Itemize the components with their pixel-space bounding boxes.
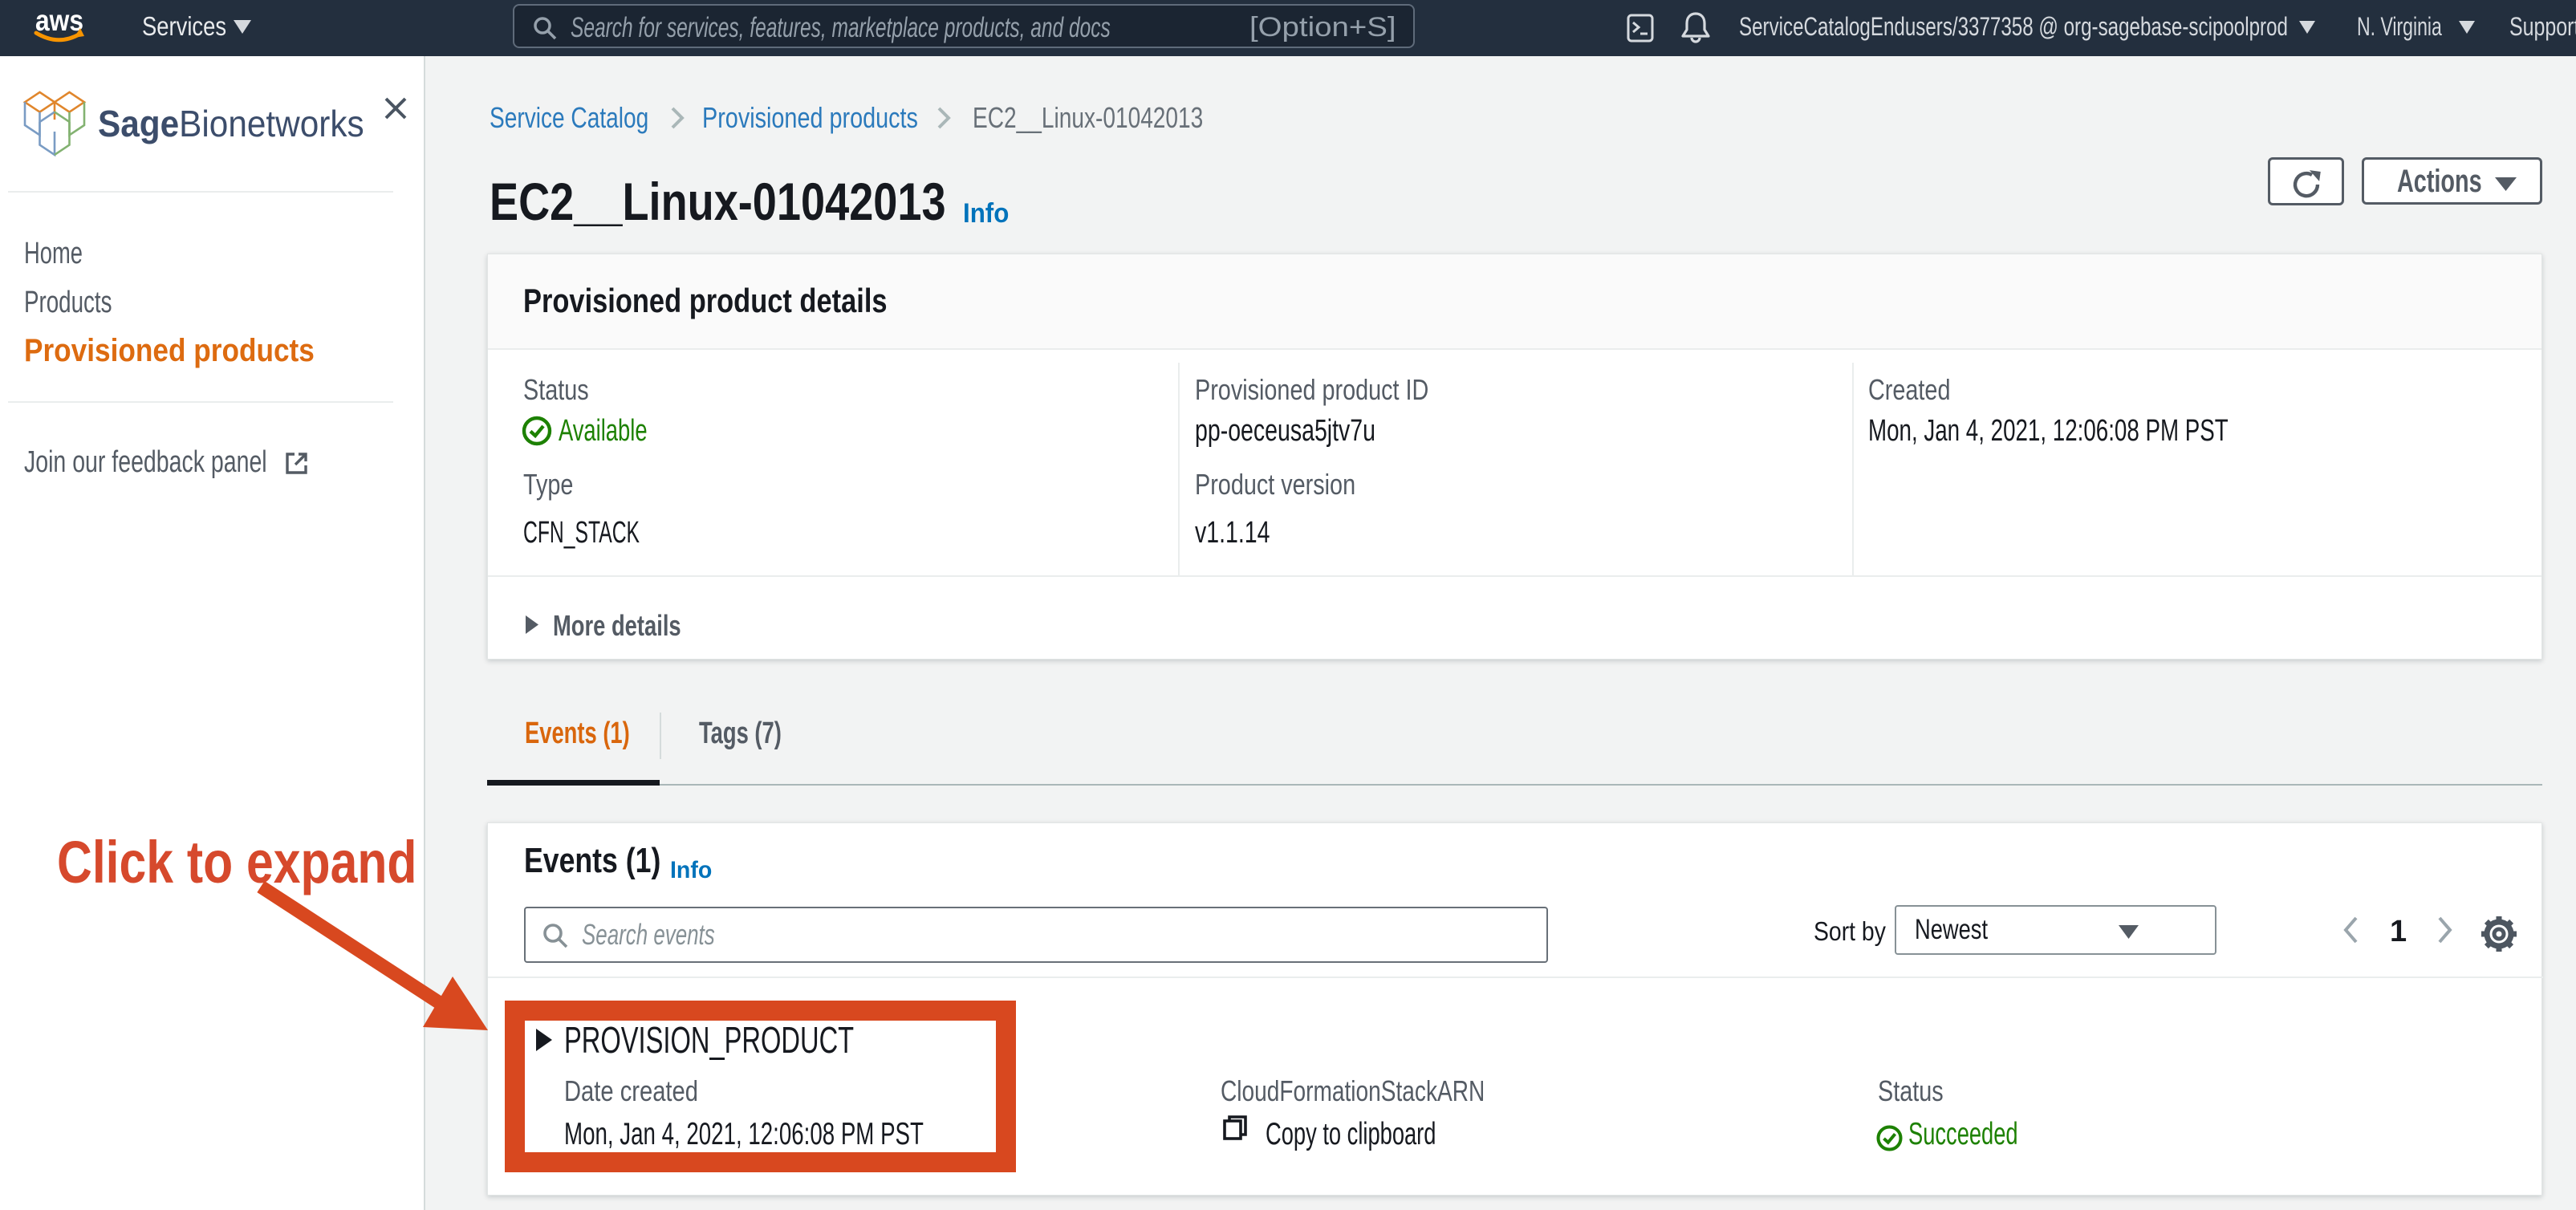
svg-text:aws: aws [35, 5, 83, 37]
